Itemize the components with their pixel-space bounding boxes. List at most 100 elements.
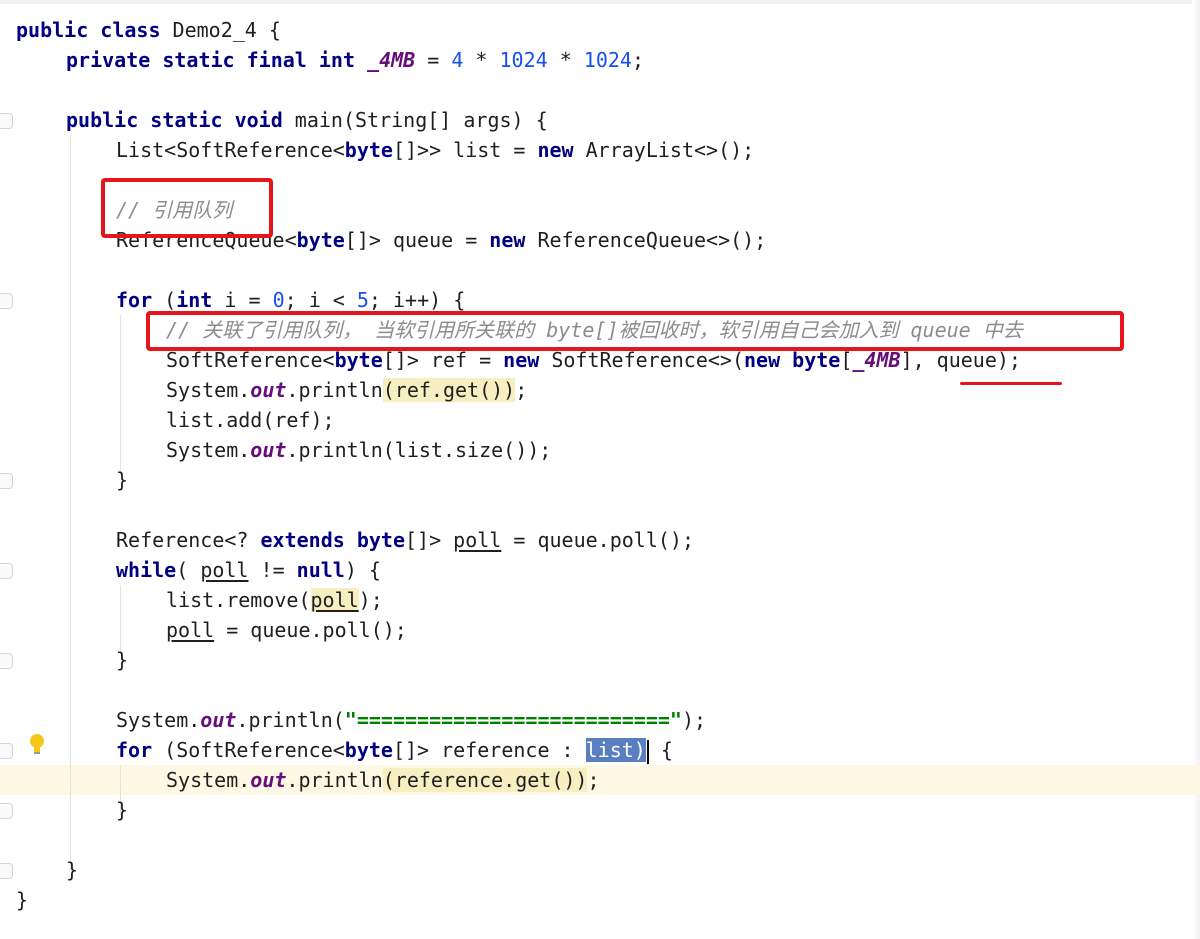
code-line-content[interactable]: list.add(ref); [166,405,335,435]
code-line[interactable]: Reference<? extends byte[]> poll = queue… [0,525,1200,555]
code-token: SoftReference< [166,348,335,372]
code-token: (SoftReference< [152,738,345,762]
code-line-content[interactable]: poll = queue.poll(); [166,615,407,645]
code-token: (ref.get()) [382,378,516,402]
code-token: out [250,768,287,792]
code-line[interactable]: list.add(ref); [0,405,1200,435]
code-line[interactable]: System.out.println(ref.get()); [0,375,1200,405]
code-line[interactable]: poll = queue.poll(); [0,615,1200,645]
code-line[interactable]: list.remove(poll); [0,585,1200,615]
code-token: ; [515,378,528,402]
code-line[interactable]: } [0,885,1200,915]
indent-guide [70,135,71,870]
lightbulb-icon[interactable] [28,733,46,757]
code-token: 4 [451,48,464,72]
code-line[interactable]: } [0,645,1200,675]
code-line[interactable]: public class Demo2_4 { [0,15,1200,45]
code-line-content[interactable]: } [116,645,128,675]
code-token: 1024 [499,48,548,72]
fold-marker[interactable] [0,563,13,579]
code-token: byte [344,738,393,762]
code-line[interactable] [0,255,1200,285]
fold-marker[interactable] [0,653,13,669]
code-token: []> ref = [382,348,504,372]
code-line-content[interactable]: System.out.println("====================… [116,705,706,735]
fold-marker[interactable] [0,293,13,309]
code-token: out [200,708,237,732]
code-token: poll [166,618,215,642]
code-token: ; [631,48,645,72]
code-token: byte [334,348,383,372]
code-line-content[interactable]: } [116,465,128,495]
code-token: 0 [272,288,285,312]
code-line-content[interactable]: } [16,885,28,915]
annotation-underline-queue [960,382,1062,385]
code-editor[interactable]: public class Demo2_4 {private static fin… [0,0,1200,939]
code-line-content[interactable]: public static void main(String[] args) { [66,105,548,135]
code-token: } [116,798,129,822]
code-line-content[interactable]: private static final int _4MB = 4 * 1024… [66,45,644,75]
code-line[interactable]: private static final int _4MB = 4 * 1024… [0,45,1200,75]
code-line-content[interactable]: public class Demo2_4 { [16,15,281,45]
code-token: new [744,348,781,372]
code-line[interactable] [0,675,1200,705]
code-token: []>> list = [392,138,538,162]
code-token: SoftReference<>( [539,348,744,372]
code-token: } [16,888,29,912]
code-token: i = [212,288,273,312]
fold-marker[interactable] [0,863,13,879]
code-line-content[interactable]: } [66,855,78,885]
code-token: System. [116,708,201,732]
code-token: public static void [66,108,283,132]
code-token: ( [176,558,201,582]
code-line-content[interactable]: while( poll != null) { [116,555,381,585]
code-token: .println( [236,708,345,732]
code-token: } [116,468,129,492]
code-line[interactable]: for (SoftReference<byte[]> reference : l… [0,735,1200,765]
code-token: byte [296,228,345,252]
code-line[interactable] [0,825,1200,855]
code-token: poll [310,588,359,612]
fold-marker[interactable] [0,113,13,129]
code-token: []> queue = [344,228,490,252]
code-line[interactable] [0,75,1200,105]
code-token: ReferenceQueue<>(); [525,228,767,252]
code-line-content[interactable]: System.out.println(reference.get()); [166,765,600,795]
code-line[interactable] [0,495,1200,525]
code-token: = [415,48,452,72]
code-line[interactable]: } [0,795,1200,825]
code-token: 1024 [583,48,632,72]
code-line[interactable]: System.out.println(reference.get()); [0,765,1200,795]
code-token: ); [358,588,383,612]
code-token: } [66,858,79,882]
code-line-content[interactable]: for (SoftReference<byte[]> reference : l… [116,735,673,765]
code-line-content[interactable]: Reference<? extends byte[]> poll = queue… [116,525,694,555]
code-line[interactable]: System.out.println(list.size()); [0,435,1200,465]
code-line[interactable]: } [0,465,1200,495]
code-token: public class [16,18,161,42]
code-line[interactable]: System.out.println("====================… [0,705,1200,735]
code-token: _4MB [852,348,901,372]
code-line[interactable]: List<SoftReference<byte[]>> list = new A… [0,135,1200,165]
code-line[interactable]: public static void main(String[] args) { [0,105,1200,135]
code-line-content[interactable]: List<SoftReference<byte[]>> list = new A… [116,135,754,165]
code-line-content[interactable]: list.remove(poll); [166,585,383,615]
indent-guide [120,315,121,475]
code-token: []> [405,528,454,552]
code-line-content[interactable]: System.out.println(ref.get()); [166,375,527,405]
fold-marker[interactable] [0,473,13,489]
code-token: (reference.get()) [382,768,588,792]
code-token: = queue.poll(); [501,528,694,552]
code-line[interactable]: } [0,855,1200,885]
fold-marker[interactable] [0,743,13,759]
code-line[interactable]: while( poll != null) { [0,555,1200,585]
code-token: int [176,288,213,312]
code-token: []> reference : [392,738,586,762]
code-token: .println(list.size()); [286,438,552,462]
code-line-content[interactable]: } [116,795,128,825]
fold-marker[interactable] [0,803,13,819]
code-token: new [489,228,526,252]
code-line-content[interactable]: System.out.println(list.size()); [166,435,551,465]
code-token: ; [587,768,600,792]
